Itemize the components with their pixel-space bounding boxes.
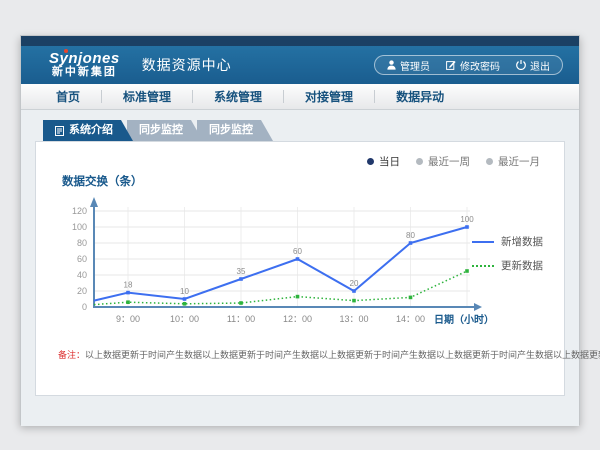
nav-item-standard-mgmt[interactable]: 标准管理 [102,84,192,110]
svg-text:9：00: 9：00 [116,314,140,324]
solid-line-swatch-icon [472,241,494,243]
tab-system-intro[interactable]: 系统介绍 [43,120,133,141]
change-password-button[interactable]: 修改密码 [446,58,500,73]
nav-item-home[interactable]: 首页 [35,84,101,110]
logo-secondary-text: 新中新集团 [49,67,120,79]
logout-button[interactable]: 退出 [516,58,550,73]
filter-today[interactable]: 当日 [367,154,400,169]
radio-dot-icon [486,158,493,165]
nav-item-system-mgmt[interactable]: 系统管理 [193,84,283,110]
tab-label: 系统介绍 [69,120,113,141]
svg-text:20: 20 [77,286,87,296]
svg-text:40: 40 [77,270,87,280]
legend-item-update-data[interactable]: 更新数据 [472,258,554,273]
user-menu-label: 退出 [530,58,550,73]
user-menu: 管理员 修改密码 退出 [374,55,563,75]
user-icon [387,60,396,70]
company-logo: Synjones 新中新集团 [49,51,120,78]
svg-text:13：00: 13：00 [339,314,368,324]
filter-label: 当日 [379,154,400,169]
tab-sync-monitor-2[interactable]: 同步监控 [197,120,273,141]
chart-panel: 当日 最近一周 最近一月 数据交换（条） 0 20 40 60 80 100 120 9：00… [35,141,565,396]
legend-label: 新增数据 [501,234,543,249]
radio-dot-icon [367,158,374,165]
power-icon [516,60,526,70]
y-axis-title: 数据交换（条） [62,173,564,189]
filter-last-week[interactable]: 最近一周 [416,154,470,169]
svg-text:100: 100 [460,215,474,224]
svg-text:60: 60 [293,247,302,256]
dotted-line-swatch-icon [472,265,494,267]
time-range-filters: 当日 最近一周 最近一月 [36,142,564,169]
svg-text:20: 20 [350,279,359,288]
main-nav: 首页 标准管理 系统管理 对接管理 数据异动 [21,84,579,110]
footnote: 备注：以上数据更新于时间产生数据以上数据更新于时间产生数据以上数据更新于时间产生… [58,348,564,361]
filter-label: 最近一月 [498,154,540,169]
svg-text:0: 0 [82,302,87,312]
filter-last-month[interactable]: 最近一月 [486,154,540,169]
edit-icon [446,60,456,70]
svg-text:35: 35 [237,267,246,276]
svg-text:12：00: 12：00 [283,314,312,324]
legend-item-new-data[interactable]: 新增数据 [472,234,554,249]
svg-text:80: 80 [77,238,87,248]
user-menu-label: 修改密码 [460,58,500,73]
app-header: Synjones 新中新集团 数据资源中心 管理员 修改密码 [21,46,579,84]
filter-label: 最近一周 [428,154,470,169]
svg-text:18: 18 [124,281,133,290]
tab-sync-monitor-1[interactable]: 同步监控 [127,120,203,141]
document-icon [55,126,64,136]
page-title: 数据资源中心 [142,55,232,75]
svg-text:100: 100 [72,222,87,232]
svg-text:60: 60 [77,254,87,264]
nav-item-data-change[interactable]: 数据异动 [375,84,465,110]
svg-text:10：00: 10：00 [170,314,199,324]
admin-user-button[interactable]: 管理员 [387,58,430,73]
nav-item-interface-mgmt[interactable]: 对接管理 [284,84,374,110]
chart-legend: 新增数据 更新数据 [472,234,554,282]
user-menu-label: 管理员 [400,58,430,73]
tab-bar: 系统介绍 同步监控 同步监控 [43,120,565,141]
svg-text:120: 120 [72,206,87,216]
legend-label: 更新数据 [501,258,543,273]
tab-label: 同步监控 [139,120,183,141]
app-window: Synjones 新中新集团 数据资源中心 管理员 修改密码 [20,35,580,425]
chart-row: 0 20 40 60 80 100 120 9：00 10：00 11：00 12：00 13：00 1… [36,189,564,334]
logo-primary-text: Synjones [49,51,120,67]
svg-text:11：00: 11：00 [227,314,255,324]
tab-label: 同步监控 [209,120,253,141]
line-chart: 0 20 40 60 80 100 120 9：00 10：00 11：00 12：00 13：00 1… [48,189,508,334]
content-area: 系统介绍 同步监控 同步监控 当日 最近一周 [21,110,579,426]
svg-text:80: 80 [406,231,415,240]
svg-text:10: 10 [180,287,189,296]
window-top-strip [21,36,579,46]
footnote-text: 以上数据更新于时间产生数据以上数据更新于时间产生数据以上数据更新于时间产生数据以… [85,350,600,360]
svg-text:日期（小时）: 日期（小时） [434,313,494,326]
footnote-prefix: 备注： [58,350,85,360]
svg-text:14：00: 14：00 [396,314,425,324]
radio-dot-icon [416,158,423,165]
